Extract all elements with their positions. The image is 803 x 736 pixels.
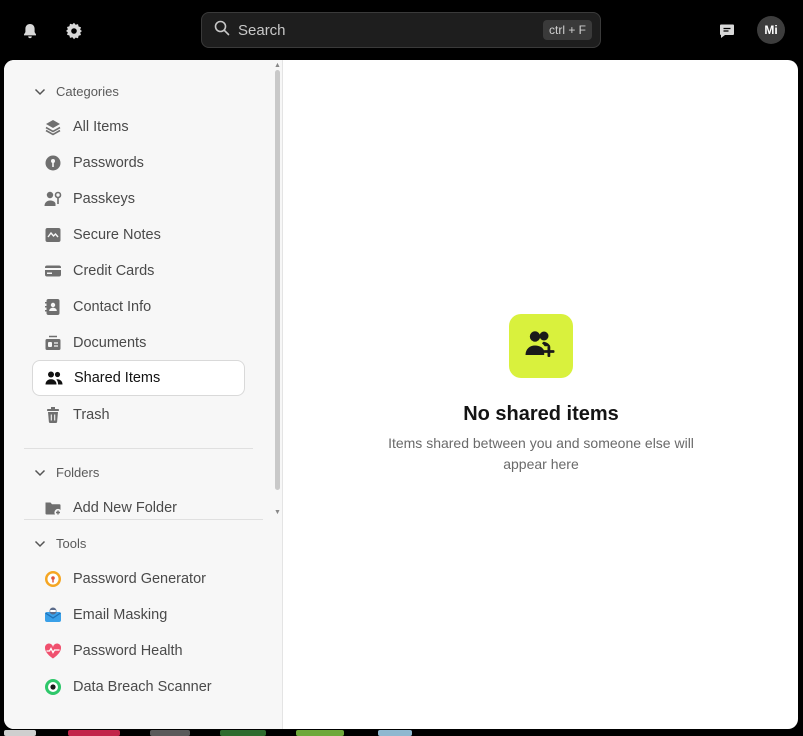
dock-item[interactable] bbox=[296, 730, 344, 736]
sidebar-item-passwords[interactable]: Passwords bbox=[32, 145, 245, 181]
sidebar: Categories All Items Passwords Passkeys … bbox=[4, 60, 283, 729]
dock-item[interactable] bbox=[150, 730, 190, 736]
sidebar-item-credit-cards[interactable]: Credit Cards bbox=[32, 253, 245, 289]
dock-item[interactable] bbox=[378, 730, 412, 736]
add-folder-label: Add New Folder bbox=[73, 500, 177, 516]
dock-item[interactable] bbox=[68, 730, 120, 736]
divider bbox=[24, 448, 253, 449]
sidebar-item-shared-items[interactable]: Shared Items bbox=[32, 360, 245, 396]
sidebar-item-trash[interactable]: Trash bbox=[32, 397, 245, 433]
categories-label: Categories bbox=[56, 84, 119, 99]
sidebar-item-label: Passwords bbox=[73, 155, 144, 171]
avatar[interactable]: Mi bbox=[757, 16, 785, 44]
main-panel: No shared items Items shared between you… bbox=[284, 60, 798, 729]
top-bar: Search ctrl + F Mi bbox=[0, 0, 803, 60]
note-icon bbox=[44, 226, 62, 244]
data-breach-scanner-icon bbox=[44, 678, 62, 696]
trash-icon bbox=[44, 406, 62, 424]
contact-icon bbox=[44, 298, 62, 316]
folders-label: Folders bbox=[56, 465, 100, 480]
tool-label: Password Generator bbox=[73, 571, 206, 587]
dock-item[interactable] bbox=[4, 730, 36, 736]
sidebar-item-label: All Items bbox=[73, 119, 129, 135]
sidebar-item-contact-info[interactable]: Contact Info bbox=[32, 289, 245, 325]
sidebar-item-secure-notes[interactable]: Secure Notes bbox=[32, 217, 245, 253]
categories-header[interactable]: Categories bbox=[34, 84, 119, 99]
sidebar-scrollbar[interactable] bbox=[275, 70, 280, 490]
layers-icon bbox=[44, 118, 62, 136]
sidebar-item-label: Trash bbox=[73, 407, 110, 423]
tools-header[interactable]: Tools bbox=[34, 536, 86, 551]
feedback-icon[interactable] bbox=[716, 20, 738, 42]
sidebar-item-label: Credit Cards bbox=[73, 263, 155, 279]
chevron-down-icon bbox=[34, 465, 46, 480]
tool-label: Email Masking bbox=[73, 607, 168, 623]
tool-label: Password Health bbox=[73, 643, 183, 659]
search-input[interactable]: Search ctrl + F bbox=[201, 12, 601, 48]
passkey-icon bbox=[44, 190, 62, 208]
app-window: Categories All Items Passwords Passkeys … bbox=[4, 60, 798, 729]
add-folder-button[interactable]: Add New Folder bbox=[32, 490, 245, 526]
chevron-down-icon bbox=[34, 536, 46, 551]
tool-label: Data Breach Scanner bbox=[73, 679, 212, 695]
folders-header[interactable]: Folders bbox=[34, 465, 99, 480]
sidebar-item-label: Secure Notes bbox=[73, 227, 161, 243]
tool-email-masking[interactable]: Email Masking bbox=[32, 597, 245, 633]
key-icon bbox=[44, 154, 62, 172]
search-placeholder: Search bbox=[238, 21, 286, 39]
password-generator-icon bbox=[44, 570, 62, 588]
user-plus-icon bbox=[525, 329, 557, 364]
scroll-up-arrow[interactable]: ▲ bbox=[274, 62, 281, 69]
divider bbox=[24, 519, 263, 520]
users-icon bbox=[45, 369, 63, 387]
scroll-down-arrow[interactable]: ▼ bbox=[274, 509, 281, 516]
email-masking-icon bbox=[44, 606, 62, 624]
dock-item[interactable] bbox=[220, 730, 266, 736]
sidebar-item-passkeys[interactable]: Passkeys bbox=[32, 181, 245, 217]
password-health-icon bbox=[44, 642, 62, 660]
document-icon bbox=[44, 334, 62, 352]
sidebar-item-all-items[interactable]: All Items bbox=[32, 109, 245, 145]
chevron-down-icon bbox=[34, 84, 46, 99]
tool-password-generator[interactable]: Password Generator bbox=[32, 561, 245, 597]
sidebar-item-label: Shared Items bbox=[74, 370, 161, 386]
empty-state-title: No shared items bbox=[463, 403, 619, 425]
sidebar-item-label: Documents bbox=[73, 335, 147, 351]
credit-card-icon bbox=[44, 262, 62, 280]
sidebar-item-label: Contact Info bbox=[73, 299, 152, 315]
folder-plus-icon bbox=[44, 499, 62, 517]
search-icon bbox=[214, 20, 230, 41]
tool-data-breach-scanner[interactable]: Data Breach Scanner bbox=[32, 669, 245, 705]
sidebar-item-label: Passkeys bbox=[73, 191, 136, 207]
bell-icon[interactable] bbox=[19, 20, 41, 42]
shared-items-badge bbox=[509, 314, 573, 378]
empty-state-subtitle: Items shared between you and someone els… bbox=[388, 435, 694, 472]
tools-label: Tools bbox=[56, 536, 87, 551]
search-shortcut-badge: ctrl + F bbox=[542, 20, 592, 40]
sidebar-item-documents[interactable]: Documents bbox=[32, 325, 245, 361]
gear-icon[interactable] bbox=[63, 20, 85, 42]
tool-password-health[interactable]: Password Health bbox=[32, 633, 245, 669]
